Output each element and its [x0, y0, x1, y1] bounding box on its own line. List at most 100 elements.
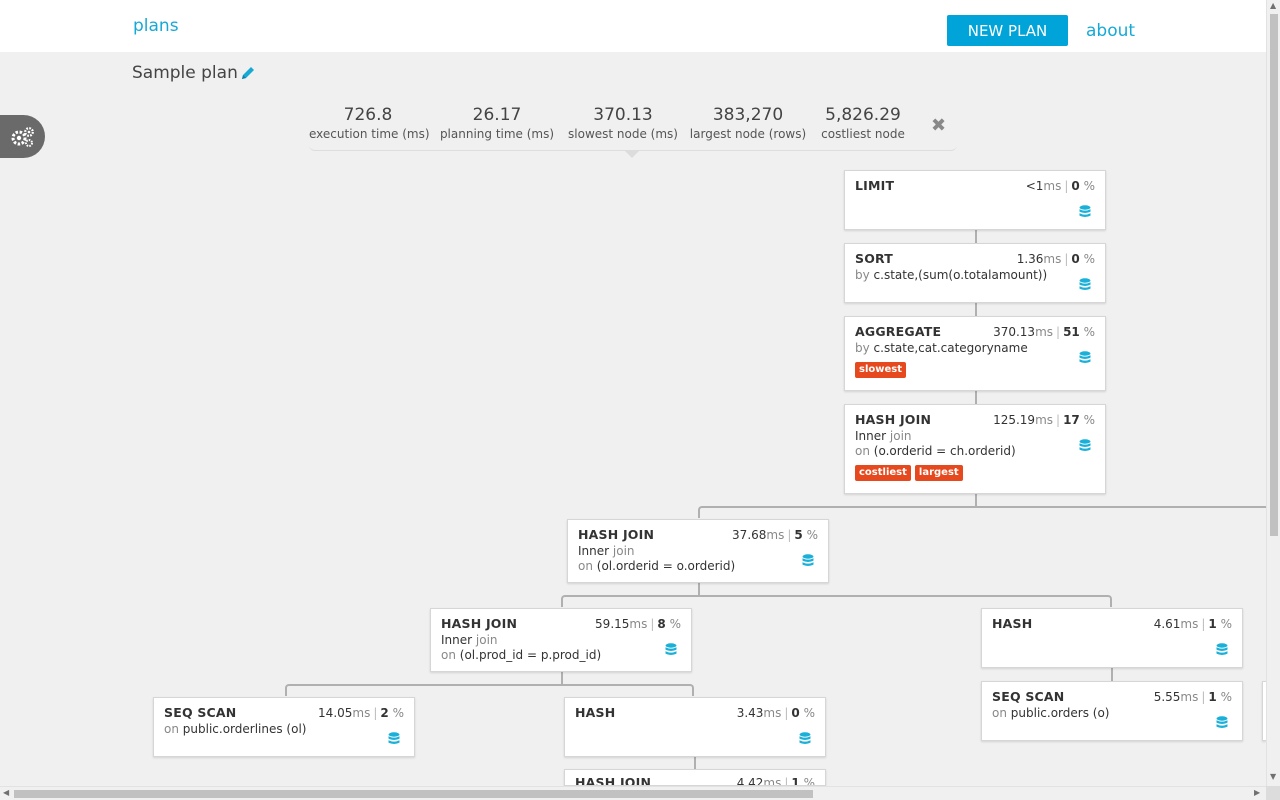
database-icon	[388, 732, 400, 744]
node-tags: slowest	[855, 362, 1095, 378]
tree-connector	[561, 595, 1112, 607]
pencil-icon[interactable]	[240, 65, 256, 81]
tree-connector	[698, 506, 1266, 518]
node-type: HASH JOIN	[578, 527, 655, 542]
node-type: SEQ SCAN	[164, 705, 237, 720]
node-type: HASH JOIN	[575, 775, 652, 786]
database-icon	[1079, 278, 1091, 290]
plan-node-hash-join-4[interactable]: HASH JOIN 4.42ms | 1 %	[564, 769, 826, 786]
top-bar: plans NEW PLAN about	[0, 0, 1266, 52]
node-metrics: 4.61ms | 1 %	[1153, 617, 1232, 631]
stat-value: 5,826.29	[825, 105, 901, 125]
node-detail: by c.state,cat.categoryname	[855, 341, 1028, 355]
horizontal-scrollbar[interactable]: ◀ ▶	[0, 786, 1266, 800]
tree-connector	[561, 671, 563, 685]
plan-node-hash-join-costliest[interactable]: HASH JOIN 125.19ms | 17 % Inner join on (o…	[844, 404, 1106, 494]
database-icon	[802, 554, 814, 566]
node-detail: on public.orderlines (ol)	[164, 722, 307, 736]
scroll-up-icon[interactable]: ▲	[1270, 1, 1276, 10]
node-metrics: 14.05ms | 2 %	[318, 706, 404, 720]
plan-node-seq-scan-orders[interactable]: SEQ SCAN 5.55ms | 1 % on public.orders (o)	[981, 681, 1243, 741]
scroll-down-icon[interactable]: ▼	[1270, 772, 1276, 781]
node-join-type: Inner join	[441, 633, 498, 647]
plan-stats: 726.8 execution time (ms) 26.17 planning…	[309, 103, 957, 151]
stat-label: largest node (rows)	[689, 127, 807, 141]
node-detail: on public.orders (o)	[992, 706, 1110, 720]
stat-value: 383,270	[712, 105, 784, 125]
database-icon	[1216, 716, 1228, 728]
stat-value: 370.13	[593, 105, 653, 125]
node-join-condition: on (ol.prod_id = p.prod_id)	[441, 648, 602, 662]
stat-slowest-node: 370.13 slowest node (ms)	[567, 103, 679, 141]
scrollbar-corner	[1266, 786, 1280, 800]
tree-connector	[975, 302, 977, 316]
stat-planning-time: 26.17 planning time (ms)	[439, 103, 555, 141]
database-icon	[665, 643, 677, 655]
stat-label: costliest node	[821, 127, 905, 141]
node-metrics: 370.13ms | 51 %	[993, 325, 1095, 339]
gears-icon	[11, 126, 34, 147]
plan-node-seq-scan-orderlines[interactable]: SEQ SCAN 14.05ms | 2 % on public.orderline…	[153, 697, 415, 757]
node-join-type: Inner join	[855, 429, 912, 443]
plan-node-hash-b[interactable]: HASH 3.43ms | 0 %	[564, 697, 826, 757]
close-icon[interactable]: ✖	[931, 115, 946, 136]
brand-link[interactable]: plans	[133, 16, 179, 36]
node-metrics: 59.15ms | 8 %	[595, 617, 681, 631]
database-icon	[799, 732, 811, 744]
database-icon	[1079, 351, 1091, 363]
horizontal-scroll-thumb[interactable]	[14, 790, 813, 798]
stat-execution-time: 726.8 execution time (ms)	[309, 103, 430, 141]
tree-connector	[975, 229, 977, 243]
vertical-scrollbar[interactable]: ▲ ▼	[1266, 0, 1280, 786]
node-type: SEQ SCAN	[992, 689, 1065, 704]
database-icon	[1079, 439, 1091, 451]
node-type: HASH JOIN	[441, 616, 518, 631]
node-type: HASH JOIN	[855, 412, 932, 427]
stat-value: 26.17	[472, 105, 522, 125]
scroll-right-icon[interactable]: ▶	[1254, 788, 1260, 797]
about-link[interactable]: about	[1086, 21, 1135, 41]
stat-label: slowest node (ms)	[568, 127, 678, 141]
plan-node-hash-a[interactable]: HASH 4.61ms | 1 %	[981, 608, 1243, 668]
node-tags: costliest largest	[855, 465, 1095, 481]
stat-costliest-node: 5,826.29 costliest node	[817, 103, 909, 141]
vertical-scroll-thumb[interactable]	[1270, 14, 1278, 536]
stat-label: execution time (ms)	[309, 127, 430, 141]
stat-value: 726.8	[343, 105, 393, 125]
tree-connector	[975, 493, 977, 507]
tree-connector	[285, 684, 694, 696]
tree-connector	[694, 756, 696, 770]
plan-node-aggregate[interactable]: AGGREGATE 370.13ms | 51 % by c.state,cat.c…	[844, 316, 1106, 391]
scroll-left-icon[interactable]: ◀	[3, 788, 9, 797]
database-icon	[1079, 205, 1091, 217]
node-metrics: 3.43ms | 0 %	[736, 706, 815, 720]
node-metrics: 4.42ms | 1 %	[736, 776, 815, 786]
plan-node-sort[interactable]: SORT 1.36ms | 0 % by c.state,(sum(o.totala…	[844, 243, 1106, 303]
plan-title: Sample plan	[132, 63, 238, 83]
costliest-badge: costliest	[855, 465, 911, 481]
plan-node-hash-join-2[interactable]: HASH JOIN 37.68ms | 5 % Inner join on (ol.…	[567, 519, 829, 583]
largest-badge: largest	[914, 465, 963, 481]
node-type: LIMIT	[855, 178, 895, 193]
stats-caret	[624, 150, 640, 158]
node-type: HASH	[575, 705, 616, 720]
node-type: SORT	[855, 251, 894, 266]
node-type: AGGREGATE	[855, 324, 942, 339]
database-icon	[1216, 643, 1228, 655]
tree-connector	[1111, 667, 1113, 681]
node-join-condition: on (ol.orderid = o.orderid)	[578, 559, 736, 573]
tree-connector	[975, 390, 977, 404]
plan-node-limit[interactable]: LIMIT <1ms | 0 %	[844, 170, 1106, 230]
node-detail: by c.state,(sum(o.totalamount))	[855, 268, 1048, 282]
new-plan-button[interactable]: NEW PLAN	[947, 15, 1068, 46]
node-metrics: 1.36ms | 0 %	[1016, 252, 1095, 266]
slowest-badge: slowest	[855, 362, 907, 378]
plan-node-hash-join-3[interactable]: HASH JOIN 59.15ms | 8 % Inner join on (ol.…	[430, 608, 692, 672]
stat-label: planning time (ms)	[439, 127, 555, 141]
settings-toggle[interactable]	[0, 115, 45, 158]
stat-largest-node: 383,270 largest node (rows)	[689, 103, 807, 141]
tree-connector	[698, 582, 700, 596]
node-metrics: 125.19ms | 17 %	[993, 413, 1095, 427]
node-type: HASH	[992, 616, 1033, 631]
node-metrics: 37.68ms | 5 %	[732, 528, 818, 542]
